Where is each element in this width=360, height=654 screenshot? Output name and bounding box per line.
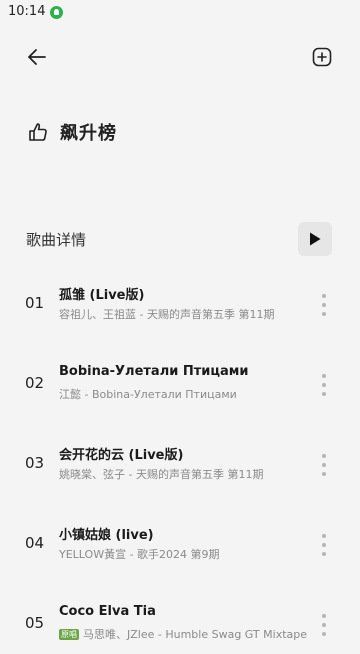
status-time: 10:14 — [8, 4, 46, 19]
song-rank: 05 — [25, 614, 45, 632]
song-rank: 04 — [25, 534, 45, 552]
more-dot-icon — [322, 312, 326, 316]
plus-square-icon — [312, 47, 332, 67]
more-options-button[interactable] — [314, 372, 334, 400]
song-artist-album: 容祖儿、王祖蓝 - 天赐的声音第五季 第11期 — [59, 308, 275, 321]
more-dot-icon — [322, 454, 326, 458]
song-row[interactable]: 01 孤雏 (Live版) 容祖儿、王祖蓝 - 天赐的声音第五季 第11期 — [0, 278, 360, 334]
more-dot-icon — [322, 392, 326, 396]
thumbs-up-outline-icon — [29, 123, 47, 141]
song-artist-album: 江懿 - Bobina-Улетали Птицами — [59, 388, 237, 401]
song-title: 小镇姑娘 (live) — [59, 528, 154, 543]
more-dot-icon — [322, 543, 326, 547]
app-notification-icon — [50, 6, 63, 19]
chart-title: 飙升榜 — [60, 123, 117, 144]
song-rank: 03 — [25, 454, 45, 472]
more-options-button[interactable] — [314, 452, 334, 480]
more-dot-icon — [322, 294, 326, 298]
song-rank: 02 — [25, 374, 45, 392]
song-title: Bobina-Улетали Птицами — [59, 364, 249, 379]
more-dot-icon — [322, 623, 326, 627]
status-bar: 10:14 — [0, 0, 360, 26]
more-dot-icon — [322, 374, 326, 378]
more-dot-icon — [322, 463, 326, 467]
more-dot-icon — [322, 614, 326, 618]
more-options-button[interactable] — [314, 612, 334, 640]
original-badge: 原唱 — [59, 629, 79, 640]
add-button[interactable] — [309, 44, 335, 70]
song-row[interactable]: 04 小镇姑娘 (live) YELLOW黃宣 - 歌手2024 第9期 — [0, 518, 360, 574]
song-row[interactable]: 02 Bobina-Улетали Птицами 江懿 - Bobina-Улет… — [0, 358, 360, 414]
song-meta: 姚晓棠、弦子 - 天赐的声音第五季 第11期 — [59, 466, 263, 482]
more-options-button[interactable] — [314, 532, 334, 560]
more-dot-icon — [322, 303, 326, 307]
more-options-button[interactable] — [314, 292, 334, 320]
song-title: 会开花的云 (Live版) — [59, 448, 184, 463]
play-all-button[interactable] — [298, 222, 332, 256]
song-artist-album: 姚晓棠、弦子 - 天赐的声音第五季 第11期 — [59, 468, 264, 481]
more-dot-icon — [322, 383, 326, 387]
song-title: 孤雏 (Live版) — [59, 288, 145, 303]
play-icon — [310, 232, 321, 246]
song-row[interactable]: 03 会开花的云 (Live版) 姚晓棠、弦子 - 天赐的声音第五季 第11期 — [0, 438, 360, 494]
song-title: Coco Elva Tia — [59, 604, 156, 619]
song-meta: 原唱 马思唯、JZlee - Humble Swag GT Mixtape — [59, 626, 307, 642]
more-dot-icon — [322, 472, 326, 476]
song-rank: 01 — [25, 294, 45, 312]
back-button[interactable] — [24, 44, 50, 70]
more-dot-icon — [322, 632, 326, 636]
arrow-left-icon — [28, 49, 46, 65]
song-artist-album: 马思唯、JZlee - Humble Swag GT Mixtape — [83, 628, 308, 641]
chart-header: 飙升榜 — [26, 118, 117, 146]
more-dot-icon — [322, 552, 326, 556]
song-meta: 容祖儿、王祖蓝 - 天赐的声音第五季 第11期 — [59, 306, 274, 322]
song-meta: 江懿 - Bobina-Улетали Птицами — [59, 386, 237, 402]
section-title: 歌曲详情 — [26, 231, 87, 249]
more-dot-icon — [322, 534, 326, 538]
song-meta: YELLOW黃宣 - 歌手2024 第9期 — [59, 546, 220, 562]
song-artist-album: YELLOW黃宣 - 歌手2024 第9期 — [59, 548, 220, 561]
song-row[interactable]: 05 Coco Elva Tia 原唱 马思唯、JZlee - Humble Swag… — [0, 598, 360, 654]
